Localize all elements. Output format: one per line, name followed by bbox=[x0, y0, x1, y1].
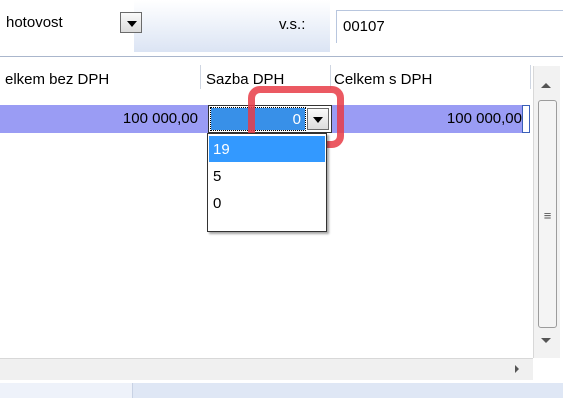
vat-rate-dropdown-list[interactable]: 19 5 0 bbox=[207, 133, 327, 232]
bottom-tab-bar bbox=[0, 383, 563, 398]
bottom-tab[interactable] bbox=[0, 383, 133, 398]
scroll-up-icon[interactable] bbox=[541, 83, 551, 88]
vat-rate-selection bbox=[210, 107, 306, 131]
scroll-down-icon[interactable] bbox=[541, 338, 551, 343]
chevron-down-icon bbox=[313, 117, 323, 123]
column-separator bbox=[330, 65, 331, 89]
column-separator bbox=[200, 65, 201, 89]
column-separator bbox=[530, 65, 531, 89]
horizontal-scrollbar[interactable] bbox=[0, 358, 533, 380]
chevron-down-icon bbox=[127, 21, 137, 27]
vat-option-19[interactable]: 19 bbox=[209, 136, 325, 162]
header-bar: hotovost v.s.: 00107 bbox=[0, 0, 563, 52]
vat-option-0[interactable]: 0 bbox=[209, 190, 325, 216]
grip-icon: ≡ bbox=[543, 208, 552, 223]
cell-total-with-vat[interactable]: 100 000,00 bbox=[447, 110, 522, 127]
payment-method-dropdown-button[interactable] bbox=[120, 12, 142, 33]
vat-option-5[interactable]: 5 bbox=[209, 163, 325, 189]
vat-rate-value: 0 bbox=[292, 111, 301, 128]
cell-next[interactable] bbox=[522, 105, 530, 133]
column-header-total-without-vat[interactable]: elkem bez DPH bbox=[5, 71, 109, 88]
payment-method-value: hotovost bbox=[6, 14, 63, 31]
vs-label: v.s.: bbox=[279, 16, 306, 33]
vat-rate-dropdown-button[interactable] bbox=[307, 108, 329, 130]
column-header-vat-rate[interactable]: Sazba DPH bbox=[206, 71, 284, 88]
vs-value: 00107 bbox=[343, 18, 385, 35]
cell-total-without-vat[interactable]: 100 000,00 bbox=[123, 110, 198, 127]
column-header-total-with-vat[interactable]: Celkem s DPH bbox=[334, 71, 432, 88]
vs-input[interactable]: 00107 bbox=[336, 10, 563, 43]
scroll-right-icon[interactable] bbox=[515, 365, 519, 373]
vat-rate-select[interactable]: 0 bbox=[208, 105, 332, 133]
